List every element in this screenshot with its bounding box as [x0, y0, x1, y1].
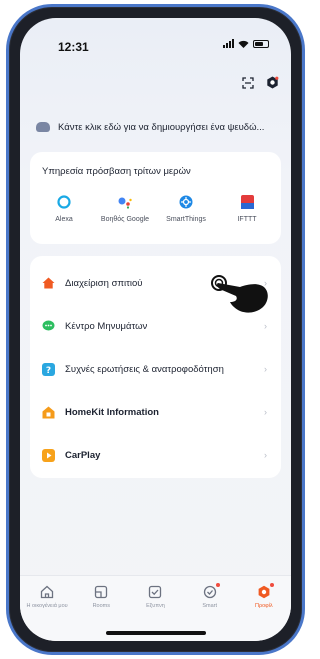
ifttt-icon — [240, 194, 254, 210]
tab-label: Προφίλ — [254, 603, 273, 609]
status-bar: 12:31 — [20, 18, 291, 62]
tab-my-family[interactable]: Η οικογένειά μου — [23, 584, 71, 609]
banner-text: Κάντε κλικ εδώ για να δημιουργήσει ένα ψ… — [58, 121, 265, 133]
smartthings-icon — [179, 194, 193, 210]
svg-text:?: ? — [46, 366, 51, 376]
bottom-tab-bar: Η οικογένειά μου Rooms Εξυπνη Smart Προφ… — [20, 575, 291, 641]
menu-item-label: Διαχείριση σπιτιού — [65, 277, 143, 289]
menu-item-faq[interactable]: ? Συχνές ερωτήσεις & ανατροφοδότηση › — [30, 348, 281, 390]
tab-label: Εξυπνη — [146, 603, 165, 609]
carplay-icon — [42, 448, 55, 462]
smart2-tab-icon — [203, 583, 220, 600]
service-smartthings[interactable]: SmartThings — [158, 194, 214, 224]
service-label: SmartThings — [166, 216, 206, 223]
virtual-device-banner[interactable]: Κάντε κλικ εδώ για να δημιουργήσει ένα ψ… — [36, 116, 286, 138]
homekit-icon — [42, 406, 55, 419]
tab-label: Rooms — [92, 603, 110, 609]
menu-item-label: Συχνές ερωτήσεις & ανατροφοδότηση — [65, 363, 224, 375]
rooms-tab-icon — [94, 584, 108, 600]
app-screen: 12:31 Κάντε κλικ εδώ για να δημιουργήσει… — [20, 18, 291, 641]
google-assistant-icon — [117, 194, 133, 210]
home-icon — [42, 277, 55, 290]
third-party-services-card: Υπηρεσία πρόσβαση τρίτων μερών Alexa Βοη… — [30, 152, 281, 244]
home-indicator — [105, 631, 206, 635]
notification-dot — [215, 583, 220, 587]
robot-icon — [36, 122, 50, 132]
help-icon: ? — [42, 362, 55, 376]
alexa-icon — [57, 194, 71, 210]
service-alexa[interactable]: Alexa — [36, 194, 92, 224]
service-google-assistant[interactable]: Βοηθός Google — [97, 194, 153, 224]
menu-item-carplay[interactable]: CarPlay › — [30, 434, 281, 476]
top-actions — [242, 76, 279, 94]
tap-hand-icon — [210, 271, 274, 322]
service-label: Alexa — [55, 216, 73, 223]
service-label: IFTTT — [237, 216, 257, 223]
signal-icon — [223, 39, 234, 48]
battery-icon — [253, 39, 269, 48]
tab-label: Η οικογένειά μου — [26, 603, 68, 609]
menu-item-homekit[interactable]: HomeKit Information › — [30, 391, 281, 433]
tab-rooms[interactable]: Rooms — [77, 584, 125, 609]
chevron-right-icon: › — [264, 321, 267, 331]
service-label: Βοηθός Google — [100, 216, 150, 223]
tabs: Η οικογένειά μου Rooms Εξυπνη Smart Προφ… — [20, 583, 291, 609]
scan-icon[interactable] — [242, 76, 254, 94]
service-ifttt[interactable]: IFTTT — [219, 194, 275, 224]
notification-dot — [269, 583, 274, 587]
profile-tab-icon — [257, 583, 274, 600]
tab-profile[interactable]: Προφίλ — [240, 583, 288, 609]
chevron-right-icon: › — [264, 364, 267, 374]
smart-tab-icon — [148, 584, 162, 600]
message-icon — [42, 320, 55, 333]
tab-label: Smart — [202, 603, 217, 609]
wifi-icon — [238, 40, 249, 48]
phone-frame: 12:31 Κάντε κλικ εδώ για να δημιουργήσει… — [6, 4, 305, 655]
status-time: 12:31 — [58, 40, 89, 54]
tab-smart[interactable]: Smart — [186, 583, 234, 609]
services-row: Alexa Βοηθός Google SmartThings IFTTT — [36, 194, 275, 224]
menu-item-label: HomeKit Information — [65, 406, 159, 418]
menu-item-label: Κέντρο Μηνυμάτων — [65, 320, 148, 332]
tab-smart-scenes[interactable]: Εξυπνη — [131, 584, 179, 609]
settings-icon[interactable] — [266, 76, 279, 94]
chevron-right-icon: › — [264, 407, 267, 417]
status-icons — [223, 39, 269, 48]
menu-item-label: CarPlay — [65, 449, 101, 461]
third-party-title: Υπηρεσία πρόσβαση τρίτων μερών — [42, 166, 191, 177]
home-tab-icon — [40, 584, 54, 600]
chevron-right-icon: › — [264, 450, 267, 460]
